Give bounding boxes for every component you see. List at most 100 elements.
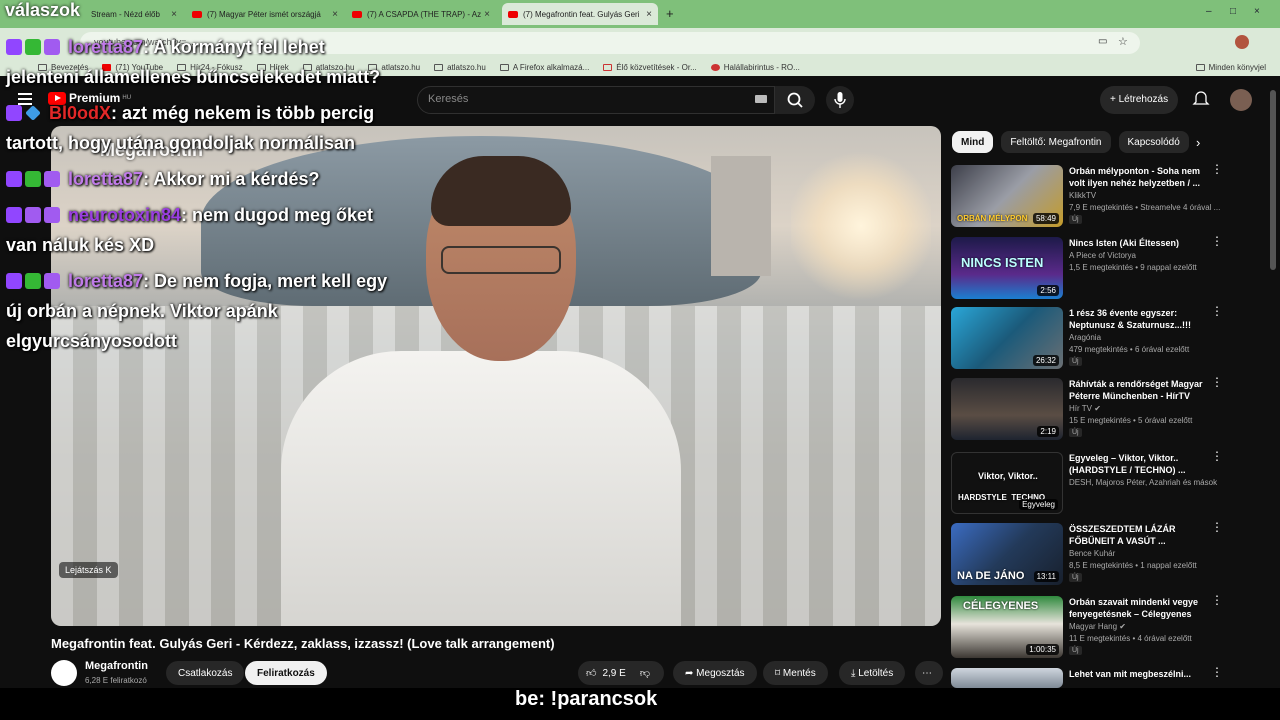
share-button[interactable]: ➦ Megosztás	[673, 661, 757, 685]
close-icon[interactable]: ×	[646, 9, 652, 20]
mic-button[interactable]	[826, 86, 854, 114]
save-button[interactable]: ⌑ Mentés	[763, 661, 828, 685]
bookmark-item[interactable]: Halállabirintus - RO...	[710, 63, 800, 72]
more-vert-icon[interactable]: ⋮	[1211, 376, 1223, 388]
recommendation-title[interactable]: ÖSSZESZEDTEM LÁZÁR FŐBŰNEIT A VASÚT ...	[1069, 523, 1209, 547]
youtube-icon	[192, 10, 202, 18]
join-button[interactable]: Csatlakozás	[166, 661, 245, 685]
more-vert-icon[interactable]: ⋮	[1211, 521, 1223, 533]
search-input[interactable]: Keresés	[417, 86, 775, 114]
chat-message-continued: jelenteni államellenes bűncselekedet mia…	[6, 67, 381, 87]
chat-message: loretta87: De nem fogja, mert kell egy	[6, 266, 387, 296]
keyboard-icon[interactable]	[755, 95, 767, 103]
recommendation-item[interactable]: CÉLEGYENES 1:00:35 Orbán szavait mindenk…	[951, 594, 1251, 662]
shortcut-key: K	[105, 565, 112, 575]
avatar[interactable]	[1230, 89, 1252, 111]
recommendation-channel[interactable]: Magyar Hang ✔	[1069, 622, 1126, 631]
new-tab-button[interactable]: +	[666, 6, 674, 21]
more-vert-icon[interactable]: ⋮	[1211, 450, 1223, 462]
close-icon[interactable]: ×	[484, 9, 490, 20]
scrollbar-thumb[interactable]	[1270, 90, 1276, 270]
recommendation-channel[interactable]: Aragónia	[1069, 333, 1101, 342]
channel-avatar[interactable]	[51, 660, 77, 686]
like-count[interactable]: 2,9 E	[602, 668, 625, 679]
video-thumbnail[interactable]: CÉLEGYENES 1:00:35	[951, 596, 1063, 658]
recommendation-channel[interactable]: Bence Kuhár	[1069, 549, 1115, 558]
game-icon	[710, 63, 720, 71]
tab-label: (7) Magyar Péter ismét országjá	[207, 9, 321, 19]
browser-tab[interactable]: (7) A CSAPDA (THE TRAP) - Az ×	[346, 3, 496, 25]
bookmark-icon: ⌑	[775, 667, 781, 679]
recommendation-item[interactable]: Lehet van mit megbeszélni... ⋮	[951, 666, 1251, 688]
recommendation-item[interactable]: 2:19 Ráhívták a rendőrséget Magyar Péter…	[951, 376, 1251, 444]
chat-message-continued: tartott, hogy utána gondoljak normálisan	[6, 133, 356, 153]
minimize-icon[interactable]: –	[1206, 6, 1212, 17]
recommendation-item[interactable]: 26:32 1 rész 36 évente egyszer: Neptunus…	[951, 305, 1251, 373]
star-badge-icon	[44, 171, 60, 187]
recommendation-channel[interactable]: DESH, Majoros Péter, Azahriah és mások	[1069, 478, 1217, 487]
cast-icon[interactable]: ▭	[1098, 36, 1107, 47]
playlist-badge: Egyveleg	[1019, 499, 1058, 510]
chip-related[interactable]: Kapcsolódó	[1118, 131, 1189, 153]
recommendation-title[interactable]: Orbán mélyponton - Soha nem volt ilyen n…	[1069, 165, 1209, 189]
star-badge-icon	[25, 207, 41, 223]
search-button[interactable]	[775, 86, 815, 114]
recommendation-channel[interactable]: Hír TV ✔	[1069, 404, 1101, 413]
scrollbar[interactable]	[1270, 90, 1276, 690]
chat-message-continued: van náluk kés XD	[6, 235, 155, 255]
more-vert-icon[interactable]: ⋮	[1211, 163, 1223, 175]
star-badge-icon	[44, 273, 60, 289]
close-icon[interactable]: ×	[171, 9, 177, 20]
recommendation-item[interactable]: ORBÁN MÉLYPON 58:49 Orbán mélyponton - S…	[951, 163, 1251, 231]
more-actions-button[interactable]: ⋯	[915, 661, 943, 685]
star-icon[interactable]: ☆	[1118, 35, 1128, 48]
more-vert-icon[interactable]: ⋮	[1211, 666, 1223, 678]
more-vert-icon[interactable]: ⋮	[1211, 235, 1223, 247]
subscribe-button[interactable]: Feliratkozás	[245, 661, 327, 685]
video-thumbnail[interactable]: 26:32	[951, 307, 1063, 369]
bookmark-item[interactable]: Élő közvetítések - Or...	[603, 63, 697, 72]
recommendation-item[interactable]: Viktor, Viktor.. HARDSTYLE TECHNO Egyvel…	[951, 450, 1251, 518]
video-thumbnail[interactable]: ORBÁN MÉLYPON 58:49	[951, 165, 1063, 227]
recommendation-channel[interactable]: A Piece of Victorya	[1069, 251, 1136, 260]
thumbs-down-icon[interactable]: 👎︎	[640, 667, 650, 679]
browser-tab[interactable]: (7) Magyar Péter ismét országjá ×	[186, 3, 344, 25]
bell-icon[interactable]	[1192, 89, 1210, 107]
chat-message: Bl0odX: azt még nekem is több percig	[6, 98, 374, 128]
chat-message-continued: elgyurcsányosodott	[6, 331, 178, 351]
close-window-icon[interactable]: ×	[1254, 6, 1260, 17]
chat-message: loretta87: A kormányt fel lehet	[6, 32, 325, 62]
profile-icon[interactable]	[1235, 35, 1249, 49]
chevron-right-icon[interactable]: ›	[1196, 135, 1200, 150]
recommendation-title[interactable]: Lehet van mit megbeszélni...	[1069, 668, 1209, 680]
video-frame-sun	[791, 146, 931, 306]
bookmark-item[interactable]: A Firefox alkalmazá...	[499, 63, 589, 72]
create-button[interactable]: + Létrehozás	[1100, 86, 1178, 114]
recommendation-title[interactable]: 1 rész 36 évente egyszer: Neptunusz & Sz…	[1069, 307, 1209, 331]
video-thumbnail[interactable]: NINCS ISTEN 2:56	[951, 237, 1063, 299]
bookmark-item[interactable]: atlatszo.hu	[434, 63, 486, 72]
close-icon[interactable]: ×	[332, 9, 338, 20]
recommendation-channel[interactable]: KlikkTV	[1069, 191, 1096, 200]
chip-uploader[interactable]: Feltöltő: Megafrontin	[1001, 131, 1111, 153]
more-vert-icon[interactable]: ⋮	[1211, 594, 1223, 606]
browser-tab-active[interactable]: (7) Megafrontin feat. Gulyás Geri ×	[502, 3, 658, 25]
plus-icon: +	[1110, 94, 1119, 105]
chip-all[interactable]: Mind	[952, 131, 994, 153]
recommendation-title[interactable]: Orbán szavait mindenki vegye fenyegetésn…	[1069, 596, 1209, 620]
video-thumbnail[interactable]: NA DE JÁNO 13:11	[951, 523, 1063, 585]
recommendation-item[interactable]: NINCS ISTEN 2:56 Nincs Isten (Aki Éltess…	[951, 235, 1251, 303]
channel-name[interactable]: Megafrontin	[85, 660, 148, 672]
video-thumbnail[interactable]	[951, 668, 1063, 688]
download-button[interactable]: ⤓ Letöltés	[839, 661, 906, 685]
more-vert-icon[interactable]: ⋮	[1211, 305, 1223, 317]
all-bookmarks[interactable]: Minden könyvjel	[1195, 63, 1266, 72]
video-thumbnail[interactable]: 2:19	[951, 378, 1063, 440]
recommendation-title[interactable]: Egyveleg – Viktor, Viktor.. (HARDSTYLE /…	[1069, 452, 1209, 476]
browser-tab[interactable]: Stream - Nézd élőb ×	[85, 3, 183, 25]
video-thumbnail[interactable]: Viktor, Viktor.. HARDSTYLE TECHNO Egyvel…	[951, 452, 1063, 514]
recommendation-title[interactable]: Ráhívták a rendőrséget Magyar Péterre Mü…	[1069, 378, 1209, 402]
maximize-icon[interactable]: □	[1230, 6, 1236, 17]
recommendation-item[interactable]: NA DE JÁNO 13:11 ÖSSZESZEDTEM LÁZÁR FŐBŰ…	[951, 521, 1251, 589]
thumbs-up-icon[interactable]: 👍︎	[586, 667, 596, 679]
